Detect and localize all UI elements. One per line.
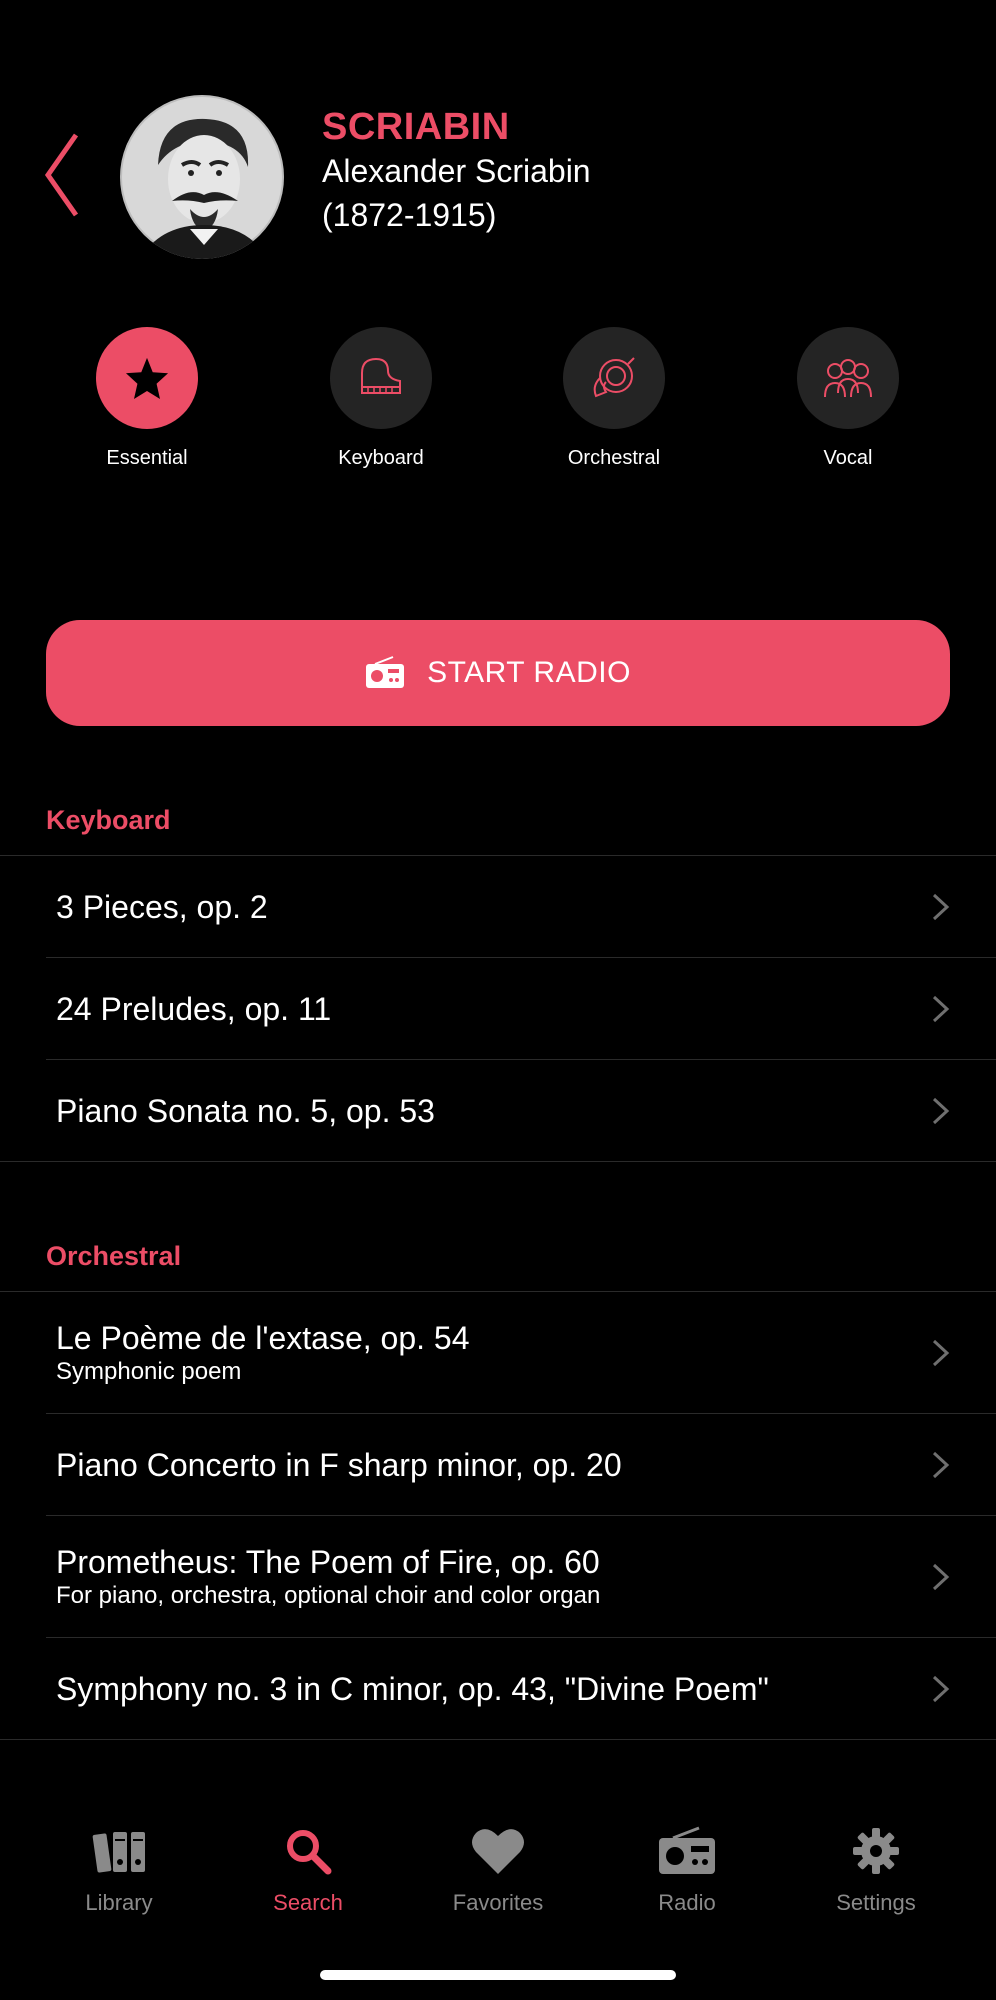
work-title: Prometheus: The Poem of Fire, op. 60 (56, 1543, 600, 1580)
orchestral-works-list: Le Poème de l'extase, op. 54 Symphonic p… (0, 1291, 996, 1740)
chevron-right-icon (932, 1563, 950, 1590)
chevron-right-icon (932, 1451, 950, 1478)
composer-header: SCRIABIN Alexander Scriabin (1872-1915) (322, 105, 591, 237)
back-button[interactable] (40, 130, 84, 220)
tab-search[interactable]: Search (228, 1820, 388, 1916)
chevron-right-icon (932, 1097, 950, 1124)
section-title-keyboard: Keyboard (46, 805, 171, 835)
work-title: 24 Preludes, op. 11 (56, 990, 332, 1027)
heart-icon (472, 1829, 524, 1874)
radio-icon (659, 1826, 715, 1874)
keyboard-works-list: 3 Pieces, op. 2 24 Preludes, op. 11 Pian… (0, 855, 996, 1162)
category-label: Keyboard (338, 447, 424, 469)
work-subtitle: For piano, orchestra, optional choir and… (56, 1581, 601, 1609)
chevron-right-icon (932, 1339, 950, 1366)
composer-full-name: Alexander Scriabin (322, 153, 591, 189)
category-essential[interactable]: Essential (67, 327, 227, 470)
section-title-orchestral: Orchestral (46, 1241, 182, 1271)
category-orchestral-circle (563, 327, 665, 429)
horn-icon (593, 357, 635, 398)
chevron-right-icon (932, 995, 950, 1022)
tab-library[interactable]: Library (39, 1820, 199, 1916)
tab-favorites[interactable]: Favorites (418, 1820, 578, 1916)
category-orchestral[interactable]: Orchestral (534, 327, 694, 470)
piano-icon (361, 357, 401, 394)
tab-radio[interactable]: Radio (607, 1820, 767, 1916)
choir-icon (824, 359, 872, 398)
library-icon (92, 1832, 145, 1873)
list-item[interactable]: 24 Preludes, op. 11 (46, 958, 996, 1060)
category-label: Orchestral (567, 447, 661, 469)
work-title: Piano Sonata no. 5, op. 53 (56, 1092, 435, 1129)
category-essential-circle (96, 327, 198, 429)
list-item[interactable]: Piano Concerto in F sharp minor, op. 20 (46, 1414, 996, 1516)
work-title: Piano Concerto in F sharp minor, op. 20 (56, 1446, 622, 1483)
tab-settings[interactable]: Settings (796, 1820, 956, 1916)
work-subtitle: Symphonic poem (56, 1357, 242, 1385)
chevron-left-icon (44, 133, 79, 217)
tab-bar: Library Search Favorites Radio Settings (0, 1820, 996, 1940)
list-item[interactable]: 3 Pieces, op. 2 (46, 856, 996, 958)
work-title: 3 Pieces, op. 2 (56, 888, 268, 925)
composer-portrait (120, 95, 284, 259)
radio-icon (366, 656, 405, 688)
tab-label: Library (85, 1890, 153, 1915)
category-vocal-circle (797, 327, 899, 429)
category-filter: Essential Keyboard Orchestral Vocal (0, 327, 996, 477)
composer-dates: (1872-1915) (322, 197, 497, 233)
tab-label: Settings (836, 1890, 916, 1915)
tab-label: Search (273, 1890, 343, 1915)
list-item[interactable]: Symphony no. 3 in C minor, op. 43, "Divi… (0, 1638, 996, 1740)
chevron-right-icon (932, 893, 950, 920)
list-item[interactable]: Piano Sonata no. 5, op. 53 (0, 1060, 996, 1162)
chevron-right-icon (932, 1675, 950, 1702)
category-keyboard-circle (330, 327, 432, 429)
category-vocal[interactable]: Vocal (768, 327, 928, 470)
list-item[interactable]: Le Poème de l'extase, op. 54 Symphonic p… (46, 1292, 996, 1414)
start-radio-label: START RADIO (427, 656, 631, 689)
list-item[interactable]: Prometheus: The Poem of Fire, op. 60 For… (46, 1516, 996, 1638)
tab-label: Radio (658, 1890, 716, 1915)
start-radio-button[interactable]: START RADIO (46, 620, 950, 726)
home-indicator[interactable] (320, 1970, 676, 1980)
tab-label: Favorites (452, 1890, 544, 1915)
composer-short-name: SCRIABIN (322, 106, 510, 148)
search-icon (287, 1830, 332, 1875)
category-keyboard[interactable]: Keyboard (301, 327, 461, 470)
gear-icon (853, 1828, 899, 1874)
category-label: Essential (106, 447, 188, 469)
category-label: Vocal (823, 447, 873, 469)
star-icon (125, 357, 169, 400)
work-title: Symphony no. 3 in C minor, op. 43, "Divi… (56, 1670, 769, 1707)
work-title: Le Poème de l'extase, op. 54 (56, 1319, 470, 1356)
